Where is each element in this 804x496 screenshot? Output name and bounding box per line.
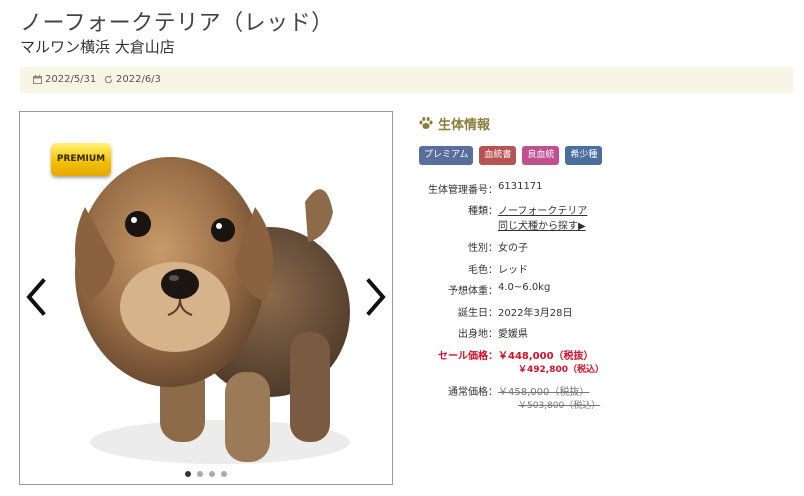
- tag-list: プレミアム 血統書 良血統 希少種: [419, 146, 603, 165]
- info-heading-text: 生体情報: [438, 118, 491, 133]
- info-row-id: 生体管理番号： 6131171: [410, 181, 543, 196]
- tag-badge: 良血統: [522, 146, 560, 165]
- published-date-text: 2022/5/31: [45, 74, 97, 85]
- date-bar: 2022/5/31 2022/6/3: [20, 67, 793, 93]
- weight-value: 4.0~6.0kg: [498, 282, 551, 293]
- same-breed-search-link[interactable]: 同じ犬種から探す▶: [498, 217, 587, 232]
- updated-date: 2022/6/3: [104, 74, 161, 85]
- color-value: レッド: [498, 265, 528, 276]
- sale-price-label: セール価格：: [438, 351, 498, 362]
- info-row-sale-price: セール価格： ￥448,000（税抜）: [410, 347, 594, 362]
- origin-label: 出身地：: [458, 329, 498, 340]
- updated-date-text: 2022/6/3: [116, 74, 161, 85]
- info-row-sex: 性別： 女の子: [410, 239, 528, 254]
- info-row-color: 毛色： レッド: [410, 261, 528, 276]
- sex-value: 女の子: [498, 243, 528, 254]
- chevron-right-icon: [366, 278, 386, 316]
- paw-icon: [419, 117, 433, 129]
- weight-label: 予想体重：: [448, 286, 498, 297]
- chevron-left-icon: [26, 278, 46, 316]
- refresh-icon: [104, 75, 113, 84]
- id-label: 生体管理番号：: [428, 185, 498, 196]
- info-row-origin: 出身地： 愛媛県: [410, 325, 528, 340]
- info-row-regular-price: 通常価格： ￥458,000（税抜）: [410, 383, 589, 398]
- slide-dot[interactable]: [209, 471, 215, 477]
- photo-gallery: PREMIUM: [19, 111, 393, 485]
- info-row-weight: 予想体重： 4.0~6.0kg: [410, 282, 550, 297]
- id-value: 6131171: [498, 181, 543, 192]
- page-title: ノーフォークテリア（レッド）: [20, 11, 334, 36]
- slide-dot[interactable]: [185, 471, 191, 477]
- info-row-birthday: 誕生日： 2022年3月28日: [410, 304, 573, 319]
- tag-badge: 血統書: [479, 146, 517, 165]
- breed-label: 種類：: [468, 206, 498, 217]
- regular-price-value: ￥458,000（税抜）: [498, 387, 590, 398]
- slide-dots: [20, 471, 392, 477]
- regular-price-label: 通常価格：: [448, 387, 498, 398]
- color-label: 毛色：: [468, 265, 498, 276]
- shop-name: マルワン横浜 大倉山店: [20, 38, 175, 56]
- sale-price-value: ￥448,000（税抜）: [498, 351, 594, 362]
- info-row-regular-tax: ￥503,800（税込）: [518, 398, 600, 411]
- info-row-sale-tax: ￥492,800（税込）: [518, 362, 604, 375]
- regular-price-tax: ￥503,800（税込）: [518, 401, 601, 411]
- info-heading: 生体情報: [419, 114, 490, 133]
- origin-value: 愛媛県: [498, 329, 528, 340]
- next-arrow[interactable]: [364, 277, 388, 317]
- calendar-icon: [33, 75, 42, 84]
- birthday-value: 2022年3月28日: [498, 308, 573, 319]
- published-date: 2022/5/31: [33, 74, 96, 85]
- breed-link[interactable]: ノーフォークテリア: [498, 202, 587, 217]
- prev-arrow[interactable]: [24, 277, 48, 317]
- birthday-label: 誕生日：: [458, 308, 498, 319]
- sex-label: 性別：: [468, 243, 498, 254]
- tag-badge: プレミアム: [419, 146, 474, 165]
- premium-badge: PREMIUM: [51, 143, 111, 176]
- tag-badge: 希少種: [565, 146, 603, 165]
- sale-price-tax: ￥492,800（税込）: [518, 365, 604, 375]
- info-row-breed: 種類： ノーフォークテリア 同じ犬種から探す▶: [410, 202, 587, 232]
- slide-dot[interactable]: [197, 471, 203, 477]
- slide-dot[interactable]: [221, 471, 227, 477]
